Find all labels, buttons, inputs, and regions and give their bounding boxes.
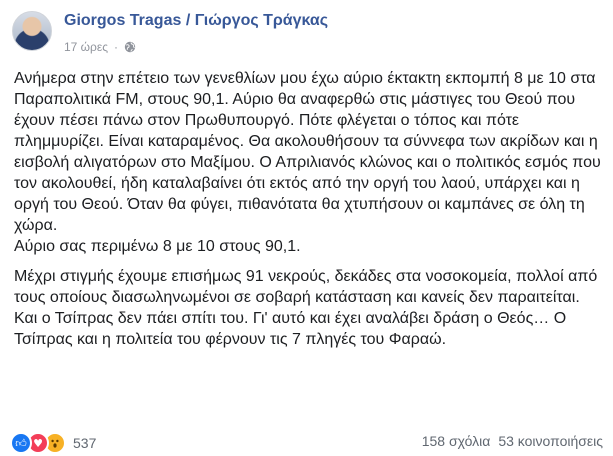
- post-footer: 👍︎ ♥ 537 158 σχόλια 53 κοινοποιήσεις: [0, 430, 613, 454]
- post-stats: 158 σχόλια 53 κοινοποιήσεις: [422, 433, 603, 449]
- post-paragraph-text: Μέχρι στιγμής έχουμε επισήμως 91 νεκρούς…: [14, 268, 598, 348]
- meta-separator: ·: [114, 40, 119, 54]
- like-icon: 👍︎: [10, 432, 32, 454]
- post-paragraph: Μέχρι στιγμής έχουμε επισήμως 91 νεκρούς…: [14, 266, 604, 350]
- post-timestamp[interactable]: 17 ώρες: [64, 40, 108, 54]
- post-meta: 17 ώρες ·: [64, 40, 136, 54]
- reactions-summary[interactable]: 👍︎ ♥ 537: [10, 432, 96, 454]
- post-paragraph: Ανήμερα στην επέτειο των γενεθλίων μου έ…: [14, 68, 604, 257]
- facebook-post: Giorgos Tragas / Γιώργος Τράγκας 17 ώρες…: [0, 0, 613, 456]
- post-body: Ανήμερα στην επέτειο των γενεθλίων μου έ…: [14, 68, 604, 359]
- reaction-count[interactable]: 537: [73, 435, 96, 451]
- shares-count[interactable]: 53 κοινοποιήσεις: [498, 433, 603, 449]
- author-avatar[interactable]: [12, 11, 52, 51]
- post-paragraph-text: Αύριο σας περιμένω 8 με 10 στους 90,1.: [14, 238, 301, 255]
- author-name[interactable]: Giorgos Tragas / Γιώργος Τράγκας: [64, 12, 328, 30]
- comments-count[interactable]: 158 σχόλια: [422, 433, 491, 449]
- globe-icon[interactable]: [124, 41, 136, 53]
- post-paragraph-text: Ανήμερα στην επέτειο των γενεθλίων μου έ…: [14, 70, 601, 234]
